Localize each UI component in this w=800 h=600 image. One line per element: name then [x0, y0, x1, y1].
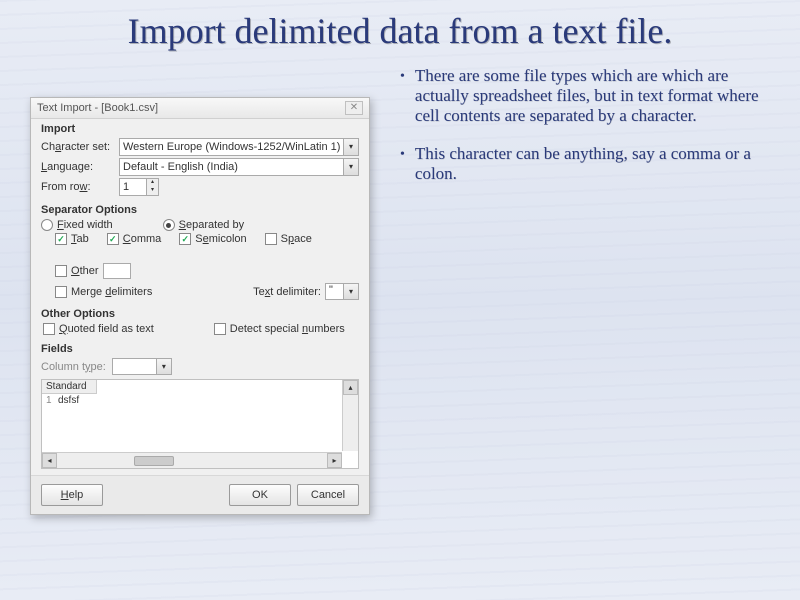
- textdelim-label: Text delimiter:: [253, 286, 321, 298]
- fixed-width-radio[interactable]: [41, 219, 53, 231]
- detect-label: Detect special numbers: [230, 323, 345, 335]
- bullet-list: • There are some file types which are wh…: [400, 62, 770, 515]
- coltype-label: Column type:: [41, 361, 106, 373]
- other-checkbox[interactable]: [55, 265, 67, 277]
- help-button[interactable]: Help: [41, 484, 103, 506]
- coltype-select[interactable]: ▾: [112, 358, 172, 375]
- bullet-dot-icon: •: [400, 66, 405, 126]
- chevron-down-icon[interactable]: ▾: [343, 159, 358, 175]
- fixed-width-label: Fixed width: [57, 219, 113, 231]
- fields-section-label: Fields: [41, 343, 359, 355]
- bullet-item: • There are some file types which are wh…: [400, 66, 770, 126]
- quoted-label: Quoted field as text: [59, 323, 154, 335]
- chevron-down-icon[interactable]: ▾: [343, 139, 358, 155]
- space-label: Space: [281, 233, 312, 245]
- other-label: Other: [71, 265, 99, 277]
- fromrow-value: 1: [123, 181, 129, 193]
- tab-label: Tab: [71, 233, 89, 245]
- semicolon-label: Semicolon: [195, 233, 246, 245]
- fromrow-label: From row:: [41, 181, 113, 193]
- space-checkbox[interactable]: [265, 233, 277, 245]
- detect-checkbox[interactable]: [214, 323, 226, 335]
- charset-value: Western Europe (Windows-1252/WinLatin 1): [123, 141, 340, 153]
- semicolon-checkbox[interactable]: [179, 233, 191, 245]
- spin-up-icon[interactable]: ▴: [146, 179, 158, 187]
- col-header: Standard: [42, 380, 97, 394]
- language-select[interactable]: Default - English (India) ▾: [119, 158, 359, 176]
- other-input[interactable]: [103, 263, 131, 279]
- comma-checkbox[interactable]: [107, 233, 119, 245]
- fromrow-spinner[interactable]: 1 ▴▾: [119, 178, 159, 196]
- other-options-label: Other Options: [41, 308, 359, 320]
- merge-label: Merge delimiters: [71, 286, 152, 298]
- close-icon[interactable]: ✕: [345, 101, 363, 115]
- language-label: Language:: [41, 161, 113, 173]
- tab-checkbox[interactable]: [55, 233, 67, 245]
- sample-cell: dsfsf: [58, 395, 79, 406]
- quoted-checkbox[interactable]: [43, 323, 55, 335]
- slide-title: Import delimited data from a text file.: [0, 0, 800, 52]
- textdelim-select[interactable]: " ▾: [325, 283, 359, 300]
- scroll-up-icon[interactable]: ▴: [343, 380, 358, 395]
- chevron-down-icon[interactable]: ▾: [343, 284, 358, 299]
- separated-by-label: Separated by: [179, 219, 244, 231]
- bullet-text: There are some file types which are whic…: [415, 66, 770, 126]
- dialog-titlebar: Text Import - [Book1.csv] ✕: [31, 98, 369, 119]
- scroll-right-icon[interactable]: ▸: [327, 453, 342, 468]
- chevron-down-icon[interactable]: ▾: [156, 359, 171, 374]
- ok-button[interactable]: OK: [229, 484, 291, 506]
- bullet-dot-icon: •: [400, 144, 405, 184]
- cancel-button[interactable]: Cancel: [297, 484, 359, 506]
- separated-by-radio[interactable]: [163, 219, 175, 231]
- separator-section-label: Separator Options: [41, 204, 359, 216]
- import-section-label: Import: [41, 123, 359, 135]
- bullet-item: • This character can be anything, say a …: [400, 144, 770, 184]
- textdelim-value: ": [326, 284, 336, 299]
- scroll-left-icon[interactable]: ◂: [42, 453, 57, 468]
- comma-label: Comma: [123, 233, 162, 245]
- charset-label: Character set:: [41, 141, 113, 153]
- scrollbar-vertical[interactable]: ▴: [342, 380, 358, 451]
- bullet-text: This character can be anything, say a co…: [415, 144, 770, 184]
- scroll-thumb[interactable]: [134, 456, 174, 466]
- charset-select[interactable]: Western Europe (Windows-1252/WinLatin 1)…: [119, 138, 359, 156]
- scrollbar-horizontal[interactable]: ◂ ▸: [42, 452, 342, 468]
- spin-down-icon[interactable]: ▾: [146, 187, 158, 195]
- merge-checkbox[interactable]: [55, 286, 67, 298]
- text-import-dialog: Text Import - [Book1.csv] ✕ Import Chara…: [30, 97, 370, 515]
- dialog-title: Text Import - [Book1.csv]: [37, 102, 158, 114]
- language-value: Default - English (India): [123, 161, 238, 173]
- fields-preview[interactable]: Standard 1dsfsf ▴ ◂ ▸: [41, 379, 359, 469]
- row-number: 1: [46, 395, 58, 406]
